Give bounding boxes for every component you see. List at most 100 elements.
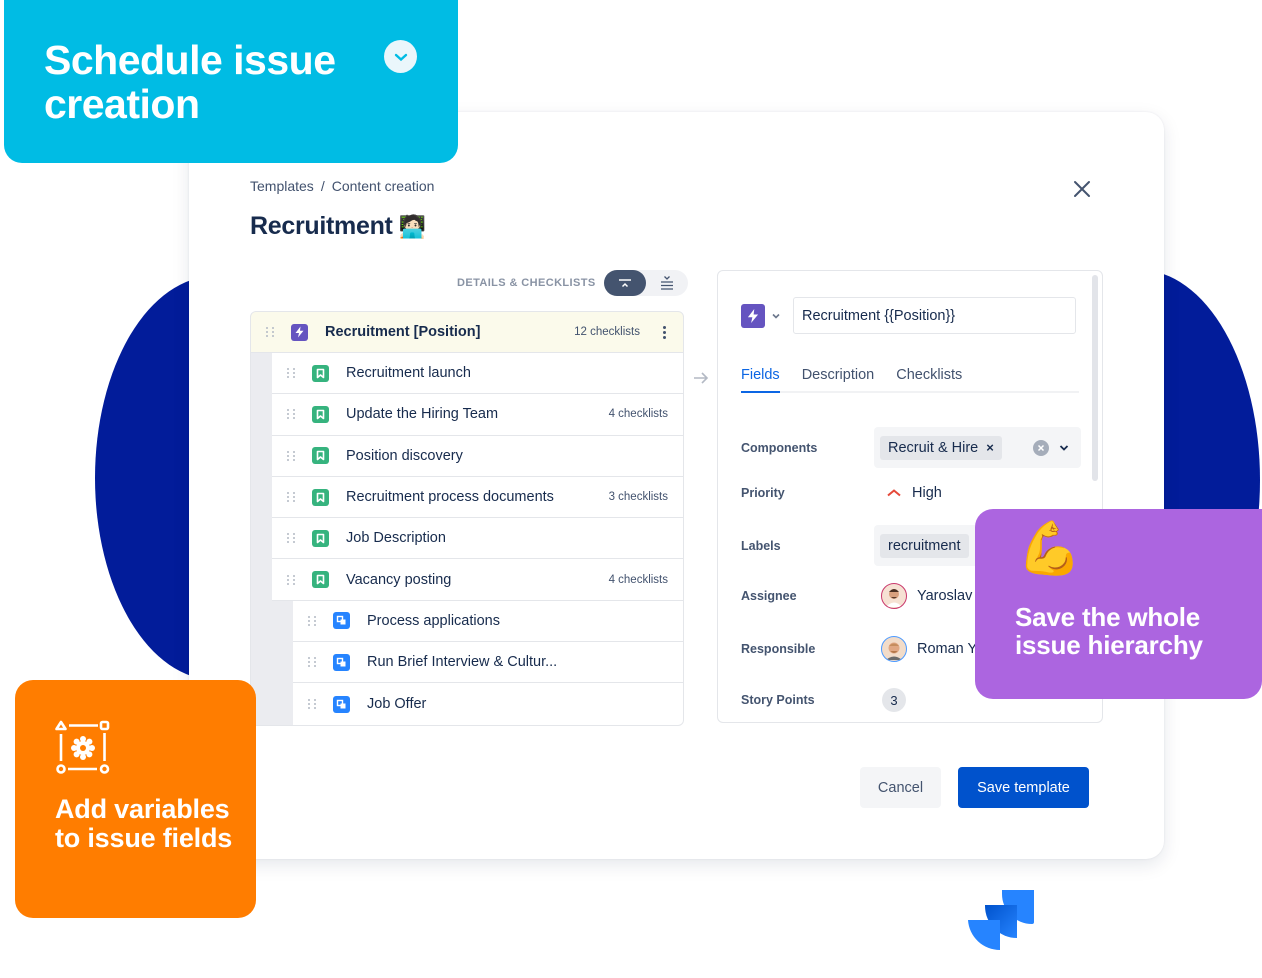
page-title-text: Recruitment: [250, 212, 393, 240]
collapse-icon: [618, 279, 631, 288]
tree-row-title: Position discovery: [346, 447, 463, 464]
summary-input[interactable]: [793, 297, 1076, 334]
field-label: Labels: [741, 538, 781, 553]
expand-icon: [660, 276, 673, 290]
story-icon: [312, 447, 329, 465]
tree-row-title: Recruitment process documents: [346, 489, 554, 506]
checklist-count: 4 checklists: [608, 573, 668, 586]
more-options-icon[interactable]: [655, 325, 673, 339]
story-points-value[interactable]: 3: [874, 688, 906, 712]
issue-hierarchy-tree: Recruitment [Position] 12 checklists Rec…: [250, 311, 684, 726]
drag-handle-icon[interactable]: [287, 490, 297, 504]
collapse-all-button[interactable]: [603, 270, 646, 296]
scrollbar[interactable]: [1092, 275, 1098, 481]
story-icon: [312, 529, 329, 547]
drag-handle-icon[interactable]: [266, 325, 276, 339]
subtask-icon: [333, 653, 350, 671]
promo-card-hierarchy: 💪 Save the whole issue hierarchy: [975, 509, 1262, 699]
component-chip-label: Recruit & Hire: [888, 439, 979, 456]
tree-row[interactable]: Recruitment process documents 3 checklist…: [272, 476, 683, 519]
drag-handle-icon[interactable]: [308, 614, 318, 628]
priority-high-icon: [887, 489, 901, 497]
breadcrumb-templates[interactable]: Templates: [250, 178, 314, 194]
tree-row[interactable]: Recruitment launch: [272, 353, 683, 395]
priority-label: High: [912, 485, 942, 501]
assignee-value[interactable]: Yaroslav: [874, 583, 972, 609]
checklist-count: 3 checklists: [608, 491, 668, 504]
field-label: Story Points: [741, 693, 815, 707]
clear-icon[interactable]: [1033, 439, 1049, 456]
tree-row-root[interactable]: Recruitment [Position] 12 checklists: [251, 312, 683, 353]
tree-row[interactable]: Job Description: [272, 518, 683, 560]
drag-handle-icon[interactable]: [287, 407, 297, 421]
tab-checklists[interactable]: Checklists: [896, 367, 962, 391]
variable-settings-icon: [55, 720, 111, 781]
tab-fields[interactable]: Fields: [741, 367, 780, 393]
chevron-down-icon[interactable]: [1059, 439, 1069, 457]
assignee-name: Yaroslav: [917, 588, 973, 604]
label-chip: recruitment: [880, 533, 969, 558]
cancel-button[interactable]: Cancel: [860, 767, 941, 808]
drag-handle-icon[interactable]: [287, 573, 297, 587]
field-label: Assignee: [741, 589, 797, 603]
page-title: Recruitment 🧑🏻‍💻: [250, 212, 426, 241]
close-icon: [1074, 181, 1090, 197]
responsible-name: Roman Y: [917, 641, 978, 657]
tree-row[interactable]: Position discovery: [272, 435, 683, 477]
components-select[interactable]: Recruit & Hire ×: [874, 427, 1081, 468]
epic-lightning-icon: [741, 303, 765, 328]
tree-row[interactable]: Run Brief Interview & Cultur...: [293, 642, 683, 684]
story-points-badge: 3: [882, 688, 906, 712]
drag-handle-icon[interactable]: [287, 449, 297, 463]
tree-row-title: Vacancy posting: [346, 571, 452, 588]
label-chip-label: recruitment: [888, 537, 961, 554]
field-label: Priority: [741, 486, 785, 500]
responsible-value[interactable]: Roman Y: [874, 636, 977, 662]
story-icon: [312, 571, 329, 589]
avatar: [881, 583, 907, 609]
promo-card-schedule: Schedule issue creation: [4, 0, 458, 163]
breadcrumb-content-creation[interactable]: Content creation: [332, 178, 435, 194]
view-toggle-label: DETAILS & CHECKLISTS: [457, 277, 596, 289]
subtask-icon: [333, 612, 350, 630]
field-components: Components Recruit & Hire ×: [741, 427, 1081, 468]
remove-chip-icon[interactable]: ×: [986, 440, 994, 455]
tree-row-title: Job Description: [346, 530, 446, 547]
tree-row[interactable]: Process applications: [293, 600, 683, 643]
drag-handle-icon[interactable]: [287, 531, 297, 545]
promo-card-title: Add variables to issue fields: [55, 794, 233, 853]
field-priority: Priority High: [741, 485, 1081, 501]
epic-lightning-icon: [291, 323, 308, 341]
tree-row[interactable]: Vacancy posting 4 checklists: [272, 559, 683, 601]
subtask-icon: [333, 695, 350, 713]
tree-row[interactable]: Update the Hiring Team 4 checklists: [272, 394, 683, 436]
breadcrumb-separator: /: [320, 178, 325, 194]
tree-row[interactable]: Job Offer: [293, 683, 683, 725]
promo-card-variables: Add variables to issue fields: [15, 680, 256, 918]
drag-handle-icon[interactable]: [287, 366, 297, 380]
close-button[interactable]: [1071, 178, 1093, 200]
story-icon: [312, 405, 329, 423]
tree-row-title: Recruitment [Position]: [325, 324, 481, 340]
tree-row-title: Update the Hiring Team: [346, 406, 499, 423]
tab-description[interactable]: Description: [802, 367, 875, 391]
template-modal: Templates / Content creation Recruitment…: [189, 112, 1164, 859]
drag-handle-icon[interactable]: [308, 697, 318, 711]
avatar: [881, 636, 907, 662]
expand-all-button[interactable]: [646, 270, 688, 296]
check-circle-icon: [384, 40, 417, 73]
save-template-button[interactable]: Save template: [958, 767, 1089, 808]
drag-handle-icon[interactable]: [308, 655, 318, 669]
tree-row-title: Job Offer: [367, 696, 427, 713]
component-chip: Recruit & Hire ×: [880, 435, 1002, 460]
checklist-count: 12 checklists: [574, 326, 640, 338]
view-toggle: DETAILS & CHECKLISTS: [457, 270, 688, 296]
promo-card-title: Save the whole issue hierarchy: [1015, 602, 1203, 660]
technologist-emoji-icon: 🧑🏻‍💻: [398, 213, 426, 239]
priority-value[interactable]: High: [874, 485, 942, 501]
story-icon: [312, 488, 329, 506]
view-toggle-group: [603, 270, 688, 296]
chevron-down-icon: [772, 313, 780, 319]
field-label: Components: [741, 440, 818, 455]
issue-type-select[interactable]: [741, 303, 781, 328]
